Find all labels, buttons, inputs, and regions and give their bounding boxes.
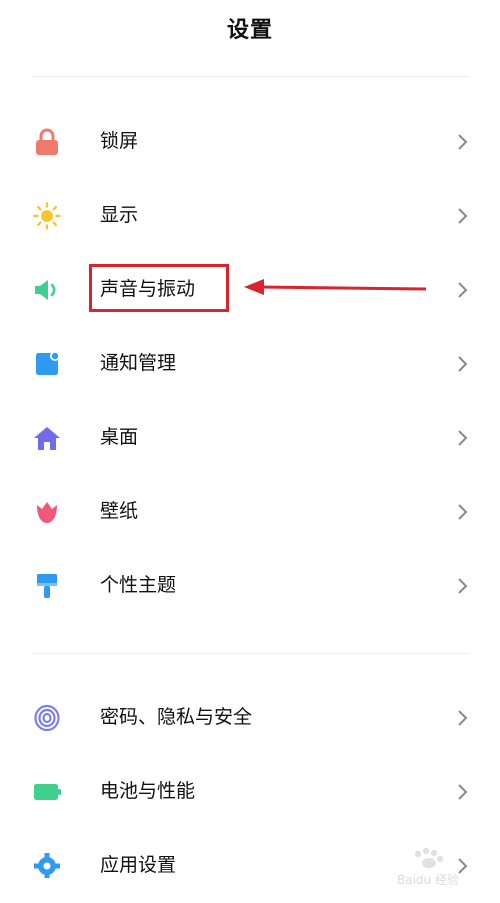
- sun-icon: [33, 202, 61, 230]
- page-title: 设置: [226, 18, 273, 43]
- header: 设置: [0, 0, 500, 60]
- divider: [32, 76, 469, 77]
- chevron-right-icon: [458, 578, 468, 594]
- settings-item-label: 显示: [100, 204, 139, 226]
- settings-item-label: 应用设置: [100, 854, 177, 876]
- tulip-icon: [37, 502, 57, 523]
- settings-item-desktop[interactable]: 桌面: [0, 401, 500, 475]
- settings-item-display[interactable]: 显示: [0, 179, 500, 253]
- settings-item-wallpaper[interactable]: 壁纸: [0, 475, 500, 549]
- annotation-arrow-icon: [244, 279, 427, 295]
- settings-item-lock-screen[interactable]: 锁屏: [0, 105, 500, 179]
- notification-icon: [36, 351, 60, 375]
- settings-item-notifications[interactable]: 通知管理: [0, 327, 500, 401]
- divider: [32, 653, 469, 654]
- battery-icon: [34, 784, 61, 800]
- chevron-right-icon: [458, 784, 468, 800]
- chevron-right-icon: [458, 282, 468, 298]
- settings-item-label: 通知管理: [100, 352, 177, 374]
- settings-item-battery-performance[interactable]: 电池与性能: [0, 755, 500, 829]
- chevron-right-icon: [458, 430, 468, 446]
- highlight-box: [89, 264, 229, 312]
- settings-item-label: 个性主题: [100, 574, 177, 596]
- paintbrush-icon: [37, 574, 57, 598]
- watermark-text: Baidu 经验: [397, 872, 459, 887]
- settings-item-themes[interactable]: 个性主题: [0, 549, 500, 623]
- settings-item-label: 桌面: [100, 426, 139, 448]
- fingerprint-icon: [34, 704, 60, 732]
- chevron-right-icon: [458, 208, 468, 224]
- chevron-right-icon: [458, 710, 468, 726]
- speaker-icon: [35, 280, 56, 300]
- settings-item-label: 电池与性能: [100, 780, 196, 802]
- chevron-right-icon: [458, 356, 468, 372]
- home-icon: [34, 427, 60, 450]
- settings-item-label: 密码、隐私与安全: [100, 706, 253, 728]
- gear-icon: [34, 853, 60, 879]
- settings-item-label: 壁纸: [100, 500, 139, 522]
- lock-icon: [36, 128, 58, 155]
- settings-item-password-privacy[interactable]: 密码、隐私与安全: [0, 681, 500, 755]
- chevron-right-icon: [458, 134, 468, 150]
- watermark-logo-icon: Baidu 经验: [397, 847, 459, 887]
- settings-item-label: 锁屏: [100, 130, 139, 152]
- chevron-right-icon: [458, 504, 468, 520]
